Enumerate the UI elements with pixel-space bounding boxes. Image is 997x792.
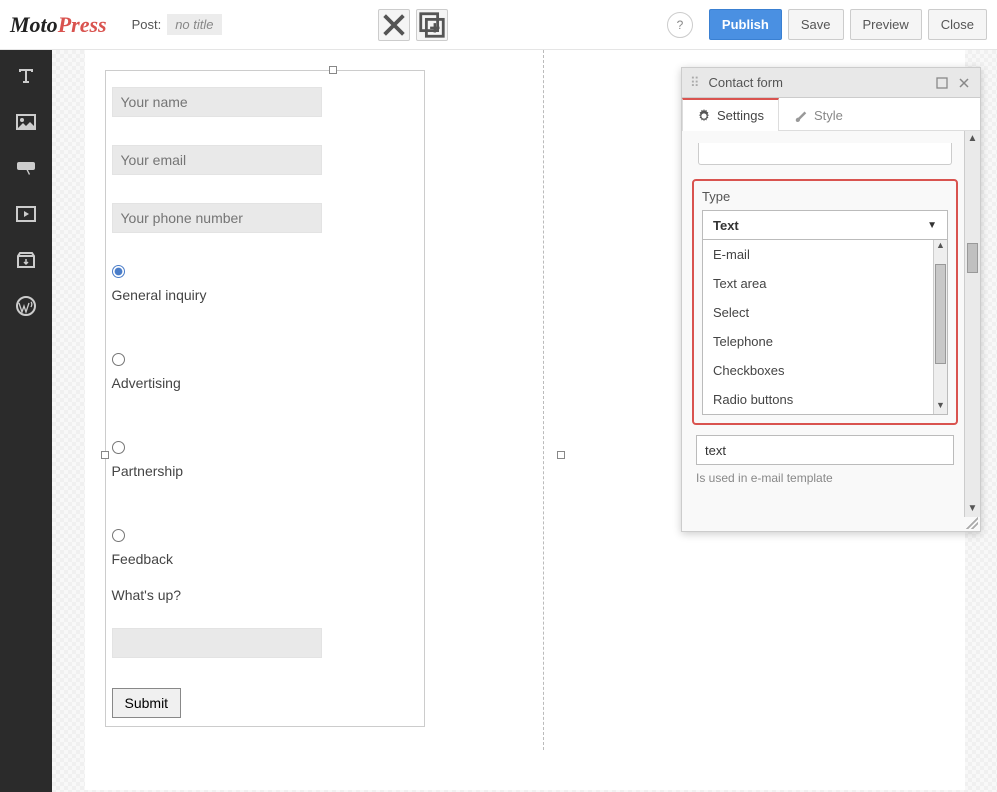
radio-input[interactable] — [112, 265, 125, 278]
helper-text: Is used in e-mail template — [696, 471, 970, 485]
publish-button[interactable]: Publish — [709, 9, 782, 40]
whats-up-label: What's up? — [112, 587, 418, 603]
scroll-down-arrow[interactable]: ▼ — [934, 400, 947, 414]
sidebar-archive-tool[interactable] — [10, 244, 42, 276]
input-value: text — [705, 443, 726, 458]
selection-handle[interactable] — [101, 451, 109, 459]
maximize-icon[interactable] — [934, 75, 950, 91]
email-field[interactable] — [112, 145, 322, 175]
logo: MotoPress — [10, 12, 107, 38]
dropdown-value: Text — [713, 218, 739, 233]
wordpress-icon — [14, 294, 38, 318]
radio-label: General inquiry — [112, 287, 418, 303]
scroll-down-arrow[interactable]: ▼ — [965, 501, 980, 517]
radio-general[interactable]: General inquiry — [112, 265, 418, 303]
selection-handle[interactable] — [329, 66, 337, 74]
type-label: Type — [702, 189, 948, 204]
top-bar: MotoPress Post: no title ? Publish Save … — [0, 0, 997, 50]
tab-settings[interactable]: Settings — [682, 98, 779, 131]
post-label: Post: — [132, 17, 162, 32]
scroll-up-arrow[interactable]: ▲ — [934, 240, 947, 254]
x-icon — [379, 10, 409, 40]
sidebar-text-tool[interactable] — [10, 60, 42, 92]
contact-form-block[interactable]: General inquiry Advertising Partnership … — [105, 70, 425, 727]
preview-button[interactable]: Preview — [850, 9, 922, 40]
radio-advertising[interactable]: Advertising — [112, 353, 418, 391]
panel-body: Type Text ▼ E-mail Text area Select Tele… — [682, 131, 980, 531]
column-guide — [543, 50, 544, 750]
scroll-thumb[interactable] — [967, 243, 978, 273]
type-option[interactable]: Telephone — [703, 327, 947, 356]
post-title[interactable]: no title — [167, 14, 221, 35]
type-option[interactable]: Radio buttons — [703, 385, 947, 414]
sidebar-wordpress-tool[interactable] — [10, 290, 42, 322]
name-field[interactable] — [112, 87, 322, 117]
resize-grip[interactable] — [966, 517, 978, 529]
tab-label: Settings — [717, 108, 764, 123]
sidebar-button-tool[interactable] — [10, 152, 42, 184]
prev-field-input[interactable] — [698, 143, 952, 165]
scroll-up-arrow[interactable]: ▲ — [965, 131, 980, 147]
type-dropdown-list: E-mail Text area Select Telephone Checkb… — [702, 240, 948, 415]
close-post-button[interactable] — [378, 9, 410, 41]
message-field[interactable] — [112, 628, 322, 658]
grip-icon: ⠿ — [690, 75, 701, 91]
radio-label: Partnership — [112, 463, 418, 479]
type-dropdown[interactable]: Text ▼ — [702, 210, 948, 240]
gear-icon — [697, 109, 711, 123]
close-button[interactable]: Close — [928, 9, 987, 40]
help-button[interactable]: ? — [667, 12, 693, 38]
radio-partnership[interactable]: Partnership — [112, 441, 418, 479]
radio-label: Advertising — [112, 375, 418, 391]
panel-tabs: Settings Style — [682, 98, 980, 131]
panel-scrollbar[interactable]: ▲ ▼ — [964, 131, 980, 517]
radio-input[interactable] — [112, 529, 125, 542]
properties-panel: ⠿ Contact form Settings Style Type Text … — [681, 67, 981, 532]
radio-input[interactable] — [112, 353, 125, 366]
image-icon — [14, 110, 38, 134]
submit-button[interactable]: Submit — [112, 688, 182, 718]
radio-input[interactable] — [112, 441, 125, 454]
name-template-input[interactable]: text — [696, 435, 954, 465]
sidebar-image-tool[interactable] — [10, 106, 42, 138]
archive-icon — [14, 248, 38, 272]
caret-down-icon: ▼ — [927, 220, 937, 231]
save-button[interactable]: Save — [788, 9, 844, 40]
type-option[interactable]: Checkboxes — [703, 356, 947, 385]
phone-field[interactable] — [112, 203, 322, 233]
duplicate-button[interactable] — [416, 9, 448, 41]
video-icon — [14, 202, 38, 226]
type-section-highlight: Type Text ▼ E-mail Text area Select Tele… — [692, 179, 958, 425]
scroll-thumb[interactable] — [935, 264, 946, 364]
tab-style[interactable]: Style — [779, 98, 858, 131]
radio-feedback[interactable]: Feedback — [112, 529, 418, 567]
radio-label: Feedback — [112, 551, 418, 567]
type-option[interactable]: Text area — [703, 269, 947, 298]
selection-handle[interactable] — [557, 451, 565, 459]
button-icon — [14, 156, 38, 180]
dropdown-scrollbar[interactable]: ▲ ▼ — [933, 240, 947, 414]
text-icon — [14, 64, 38, 88]
sidebar-video-tool[interactable] — [10, 198, 42, 230]
close-icon[interactable] — [956, 75, 972, 91]
type-option[interactable]: Select — [703, 298, 947, 327]
panel-header[interactable]: ⠿ Contact form — [682, 68, 980, 98]
sidebar — [0, 50, 52, 792]
duplicate-icon — [417, 10, 447, 40]
tab-label: Style — [814, 108, 843, 123]
brush-icon — [794, 108, 808, 122]
type-option[interactable]: E-mail — [703, 240, 947, 269]
panel-title: Contact form — [709, 75, 928, 90]
